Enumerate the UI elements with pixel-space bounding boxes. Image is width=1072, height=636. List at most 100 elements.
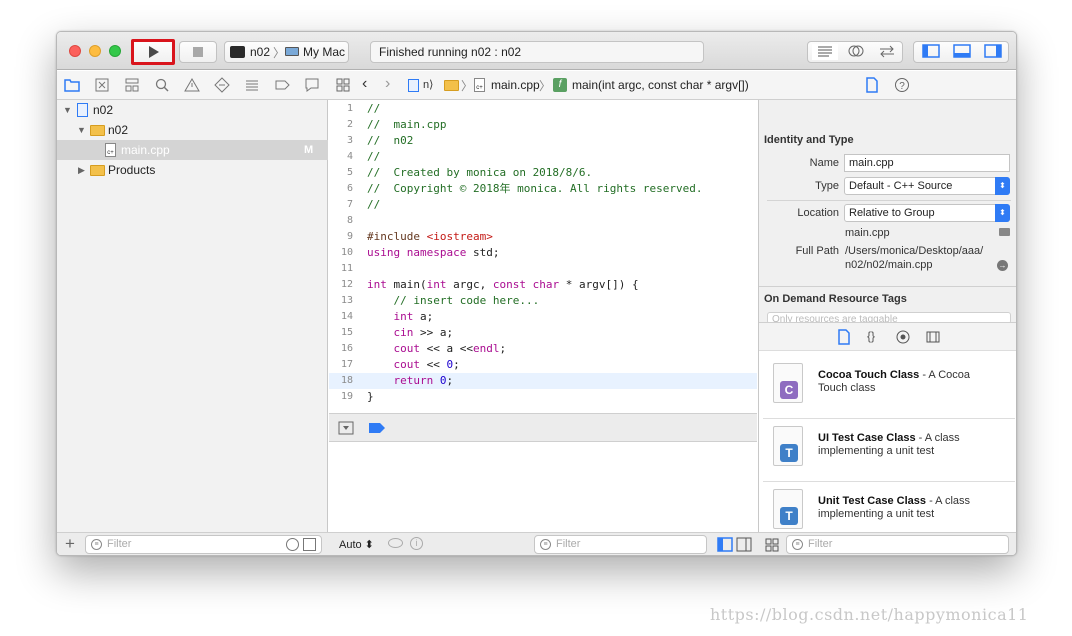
object-library-icon[interactable] <box>896 330 910 344</box>
jump-symbol[interactable]: main(int argc, const char * argv[]) <box>572 78 749 92</box>
code-line[interactable]: 5 // Created by monica on 2018/8/6. <box>329 165 757 181</box>
code-line[interactable]: 13 // insert code here... <box>329 293 757 309</box>
line-number[interactable]: 4 <box>329 149 353 165</box>
source-editor[interactable]: 1 // 2 // main.cpp 3 // n02 4 // 5 // Created by … <box>329 100 757 443</box>
add-icon[interactable]: + <box>65 534 75 554</box>
line-number[interactable]: 13 <box>329 293 353 309</box>
line-number[interactable]: 18 <box>329 373 353 389</box>
symbol-navigator-icon[interactable] <box>124 77 140 93</box>
line-number[interactable]: 8 <box>329 213 353 229</box>
code-line[interactable]: 10 using namespace std; <box>329 245 757 261</box>
tree-item-products[interactable]: ▶ Products <box>57 160 328 180</box>
version-editor-icon[interactable] <box>874 44 900 60</box>
disclosure-down-icon[interactable]: ▼ <box>77 120 86 140</box>
file-template-icon[interactable] <box>837 329 851 345</box>
stop-button[interactable] <box>179 41 217 63</box>
run-button[interactable] <box>131 39 175 65</box>
auto-popup[interactable]: Auto ⬍ <box>339 538 374 551</box>
line-number[interactable]: 19 <box>329 389 353 405</box>
folder-reveal-icon[interactable] <box>999 228 1010 236</box>
line-number[interactable]: 11 <box>329 261 353 277</box>
console-view-icon[interactable] <box>736 537 752 552</box>
zoom-window-button[interactable] <box>109 45 121 57</box>
eye-icon[interactable] <box>388 538 403 548</box>
line-number[interactable]: 17 <box>329 357 353 373</box>
debug-navigator-icon[interactable] <box>244 77 260 93</box>
location-popup[interactable]: Relative to Group ⬍ <box>844 204 1010 222</box>
breakpoints-toggle-icon[interactable] <box>369 423 385 433</box>
line-number[interactable]: 14 <box>329 309 353 325</box>
project-navigator-icon[interactable] <box>64 77 80 93</box>
recent-files-icon[interactable] <box>286 538 299 551</box>
minimize-window-button[interactable] <box>89 45 101 57</box>
code-line[interactable]: 17 cout << 0; <box>329 357 757 373</box>
code-snippet-icon[interactable]: {} <box>867 329 875 343</box>
line-number[interactable]: 2 <box>329 117 353 133</box>
line-number[interactable]: 5 <box>329 165 353 181</box>
code-line[interactable]: 19} <box>329 389 757 405</box>
disclosure-down-icon[interactable]: ▼ <box>63 100 72 120</box>
code-line[interactable]: 11 <box>329 261 757 277</box>
forward-arrow-icon[interactable]: › <box>385 75 390 93</box>
scheme-selector[interactable]: n02 〉 My Mac <box>224 41 349 63</box>
code-line[interactable]: 7 // <box>329 197 757 213</box>
test-navigator-icon[interactable] <box>214 77 230 93</box>
code-line[interactable]: 9 #include <iostream> <box>329 229 757 245</box>
grid-view-icon[interactable] <box>765 538 779 552</box>
code-line[interactable]: 8 <box>329 213 757 229</box>
line-number[interactable]: 12 <box>329 277 353 293</box>
code-line[interactable]: 2 // main.cpp <box>329 117 757 133</box>
code-line[interactable]: 3 // n02 <box>329 133 757 149</box>
jump-file[interactable]: main.cpp <box>491 78 540 92</box>
line-number[interactable]: 15 <box>329 325 353 341</box>
jump-project[interactable]: n⟩ <box>423 78 433 91</box>
variables-view-icon[interactable] <box>717 537 733 552</box>
code-line[interactable]: 6 // Copyright © 2018年 monica. All rights… <box>329 181 757 197</box>
code-line[interactable]: 18 return 0; <box>329 373 757 389</box>
tree-item-project[interactable]: ▼ n02 <box>57 100 328 120</box>
back-arrow-icon[interactable]: ‹ <box>362 75 367 93</box>
line-number[interactable]: 16 <box>329 341 353 357</box>
code-line[interactable]: 14 int a; <box>329 309 757 325</box>
code-line[interactable]: 16 cout << a <<endl; <box>329 341 757 357</box>
debug-area-toggle-icon[interactable] <box>949 44 975 60</box>
code-line[interactable]: 1 // <box>329 101 757 117</box>
tree-item-main-cpp[interactable]: c+ main.cpp M <box>57 140 328 160</box>
debug-console[interactable] <box>329 442 757 532</box>
library-item[interactable]: T UI Test Case Class - A class implementin… <box>759 419 1017 482</box>
breakpoint-navigator-icon[interactable] <box>274 77 290 93</box>
line-number[interactable]: 6 <box>329 181 353 197</box>
library-item[interactable]: T Unit Test Case Class - A class implement… <box>759 482 1017 533</box>
hide-debug-area-icon[interactable] <box>338 421 354 435</box>
tree-item-group[interactable]: ▼ n02 <box>57 120 328 140</box>
line-number[interactable]: 1 <box>329 101 353 117</box>
standard-editor-icon[interactable] <box>812 44 838 60</box>
console-filter[interactable]: ≡ Filter <box>534 535 707 554</box>
type-popup[interactable]: Default - C++ Source ⬍ <box>844 177 1010 195</box>
code-line[interactable]: 12 int main(int argc, const char * argv[]… <box>329 277 757 293</box>
line-number[interactable]: 7 <box>329 197 353 213</box>
info-icon[interactable]: i <box>410 537 423 550</box>
utilities-toggle-icon[interactable] <box>980 44 1006 60</box>
code-line[interactable]: 15 cin >> a; <box>329 325 757 341</box>
file-inspector-icon[interactable] <box>865 77 879 93</box>
line-number[interactable]: 9 <box>329 229 353 245</box>
quick-help-icon[interactable]: ? <box>894 77 910 93</box>
source-control-navigator-icon[interactable] <box>94 77 110 93</box>
issue-navigator-icon[interactable] <box>184 77 200 93</box>
close-window-button[interactable] <box>69 45 81 57</box>
related-items-icon[interactable] <box>336 78 350 92</box>
library-item[interactable]: C Cocoa Touch Class - A Cocoa Touch class <box>759 356 1017 419</box>
assistant-editor-icon[interactable] <box>844 44 868 60</box>
code-line[interactable]: 4 // <box>329 149 757 165</box>
line-number[interactable]: 3 <box>329 133 353 149</box>
line-number[interactable]: 10 <box>329 245 353 261</box>
disclosure-right-icon[interactable]: ▶ <box>78 160 85 180</box>
media-library-icon[interactable] <box>926 330 940 344</box>
source-control-filter-icon[interactable] <box>303 538 316 551</box>
find-navigator-icon[interactable] <box>154 77 170 93</box>
name-field[interactable]: main.cpp <box>844 154 1010 172</box>
navigator-filter[interactable]: ≡ Filter <box>85 535 322 554</box>
report-navigator-icon[interactable] <box>304 77 320 93</box>
arrow-right-circle-icon[interactable]: → <box>997 260 1008 271</box>
